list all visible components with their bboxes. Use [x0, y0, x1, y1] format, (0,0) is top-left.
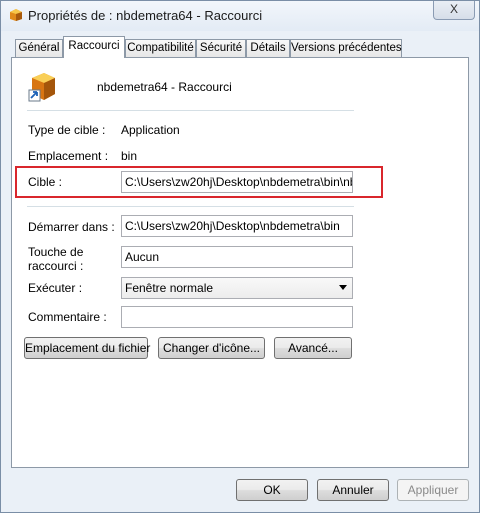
target-type-value: Application — [121, 123, 180, 137]
target-type-label: Type de cible : — [28, 123, 106, 137]
shortcut-panel: nbdemetra64 - Raccourci Type de cible : … — [11, 57, 469, 468]
advanced-button[interactable]: Avancé... — [274, 337, 352, 359]
tab-previous-versions[interactable]: Versions précédentes — [290, 39, 402, 57]
comment-label: Commentaire : — [28, 310, 107, 324]
tab-general[interactable]: Général — [15, 39, 63, 57]
tab-security[interactable]: Sécurité — [196, 39, 246, 57]
apply-button[interactable]: Appliquer — [397, 479, 469, 501]
chevron-down-icon — [339, 285, 347, 290]
start-in-field[interactable]: C:\Users\zw20hj\Desktop\nbdemetra\bin — [121, 215, 353, 237]
location-value: bin — [121, 149, 138, 163]
tab-shortcut[interactable]: Raccourci — [63, 36, 125, 58]
tab-details[interactable]: Détails — [246, 39, 290, 57]
shortcut-application-icon — [28, 73, 55, 102]
comment-field[interactable] — [121, 306, 353, 328]
cancel-button[interactable]: Annuler — [317, 479, 389, 501]
run-label: Exécuter : — [28, 281, 83, 295]
properties-dialog: Propriétés de : nbdemetra64 - Raccourci … — [0, 0, 480, 513]
run-select-value: Fenêtre normale — [125, 281, 214, 295]
start-in-label: Démarrer dans : — [28, 220, 115, 234]
hotkey-label-line1: Touche de — [28, 245, 84, 259]
hotkey-label-line2: raccourci : — [28, 259, 84, 273]
tab-compatibility[interactable]: Compatibilité — [125, 39, 196, 57]
app-icon — [10, 9, 22, 21]
open-file-location-button[interactable]: Emplacement du fichier — [24, 337, 150, 359]
hotkey-field[interactable]: Aucun — [121, 246, 353, 268]
ok-button[interactable]: OK — [236, 479, 308, 501]
close-button[interactable]: X — [433, 1, 475, 20]
target-highlight-box — [15, 166, 383, 198]
separator — [27, 206, 354, 207]
window-title: Propriétés de : nbdemetra64 - Raccourci — [28, 8, 263, 23]
separator — [27, 110, 354, 111]
shortcut-name: nbdemetra64 - Raccourci — [97, 80, 232, 94]
change-icon-button[interactable]: Changer d'icône... — [158, 337, 265, 359]
location-label: Emplacement : — [28, 149, 109, 163]
title-bar[interactable]: Propriétés de : nbdemetra64 - Raccourci … — [1, 1, 479, 31]
run-select[interactable]: Fenêtre normale — [121, 277, 353, 299]
